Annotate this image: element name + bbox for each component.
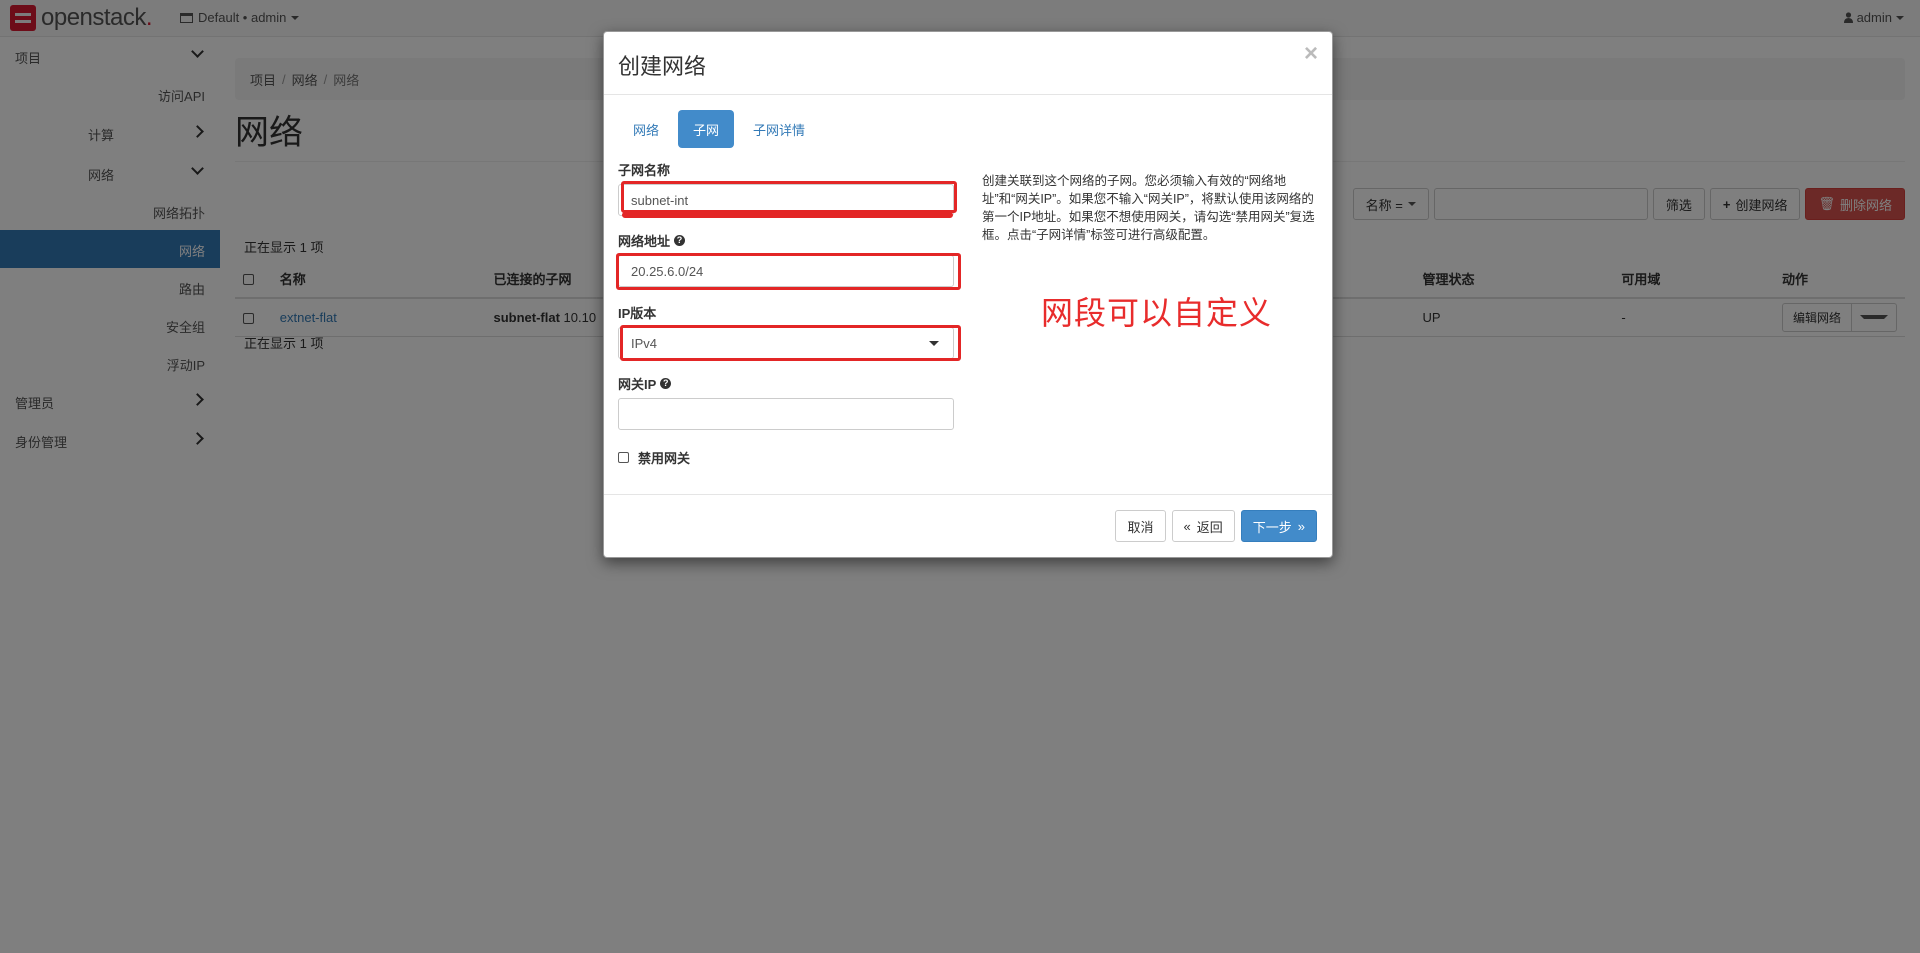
annotation-text: 网段可以自定义	[1041, 295, 1273, 331]
back-label: 返回	[1196, 519, 1223, 535]
modal-tabs: 网络 子网 子网详情	[618, 110, 820, 148]
cancel-button[interactable]: 取消	[1115, 510, 1166, 542]
gateway-ip-label-text: 网关IP	[618, 377, 657, 392]
cancel-label: 取消	[1127, 519, 1154, 535]
network-address-label-text: 网络地址	[618, 234, 671, 249]
disable-gateway-row: 禁用网关	[618, 448, 690, 467]
tab-network[interactable]: 网络	[618, 110, 674, 148]
disable-gateway-label: 禁用网关	[638, 451, 691, 466]
footer-buttons: 取消 « 返回 下一步 »	[1115, 510, 1317, 542]
next-label: 下一步	[1252, 519, 1292, 535]
modal-footer: 取消 « 返回 下一步 »	[604, 494, 1332, 558]
modal-header: 创建网络 ×	[604, 32, 1332, 95]
subnet-help-text: 创建关联到这个网络的子网。您必须输入有效的“网络地址”和“网关IP”。如果您不输…	[982, 174, 1315, 242]
tab-subnet[interactable]: 子网	[678, 110, 735, 148]
help-icon[interactable]: ?	[674, 235, 686, 246]
ip-version-label-text: IP版本	[618, 306, 657, 321]
next-button[interactable]: 下一步 »	[1240, 510, 1317, 542]
create-network-modal: 创建网络 × 网络 子网 子网详情 子网名称 subnet-int 网络地址? …	[603, 31, 1333, 558]
tab-subnet-details[interactable]: 子网详情	[738, 110, 820, 148]
gateway-ip-label: 网关IP?	[618, 374, 672, 393]
double-left-icon: «	[1183, 518, 1191, 534]
subnet-name-label: 子网名称	[618, 160, 670, 179]
disable-gateway-checkbox[interactable]	[618, 452, 629, 463]
network-address-label: 网络地址?	[618, 231, 686, 250]
help-icon[interactable]: ?	[660, 378, 672, 389]
subnet-name-label-text: 子网名称	[618, 163, 671, 178]
back-button[interactable]: « 返回	[1171, 510, 1235, 542]
highlight-box	[616, 253, 961, 290]
gateway-ip-input[interactable]	[618, 398, 954, 430]
highlight-box	[620, 325, 961, 361]
ip-version-label: IP版本	[618, 303, 656, 322]
close-icon[interactable]: ×	[1304, 42, 1318, 66]
highlight-box	[621, 181, 957, 213]
modal-title: 创建网络	[618, 54, 707, 79]
double-right-icon: »	[1297, 518, 1305, 534]
